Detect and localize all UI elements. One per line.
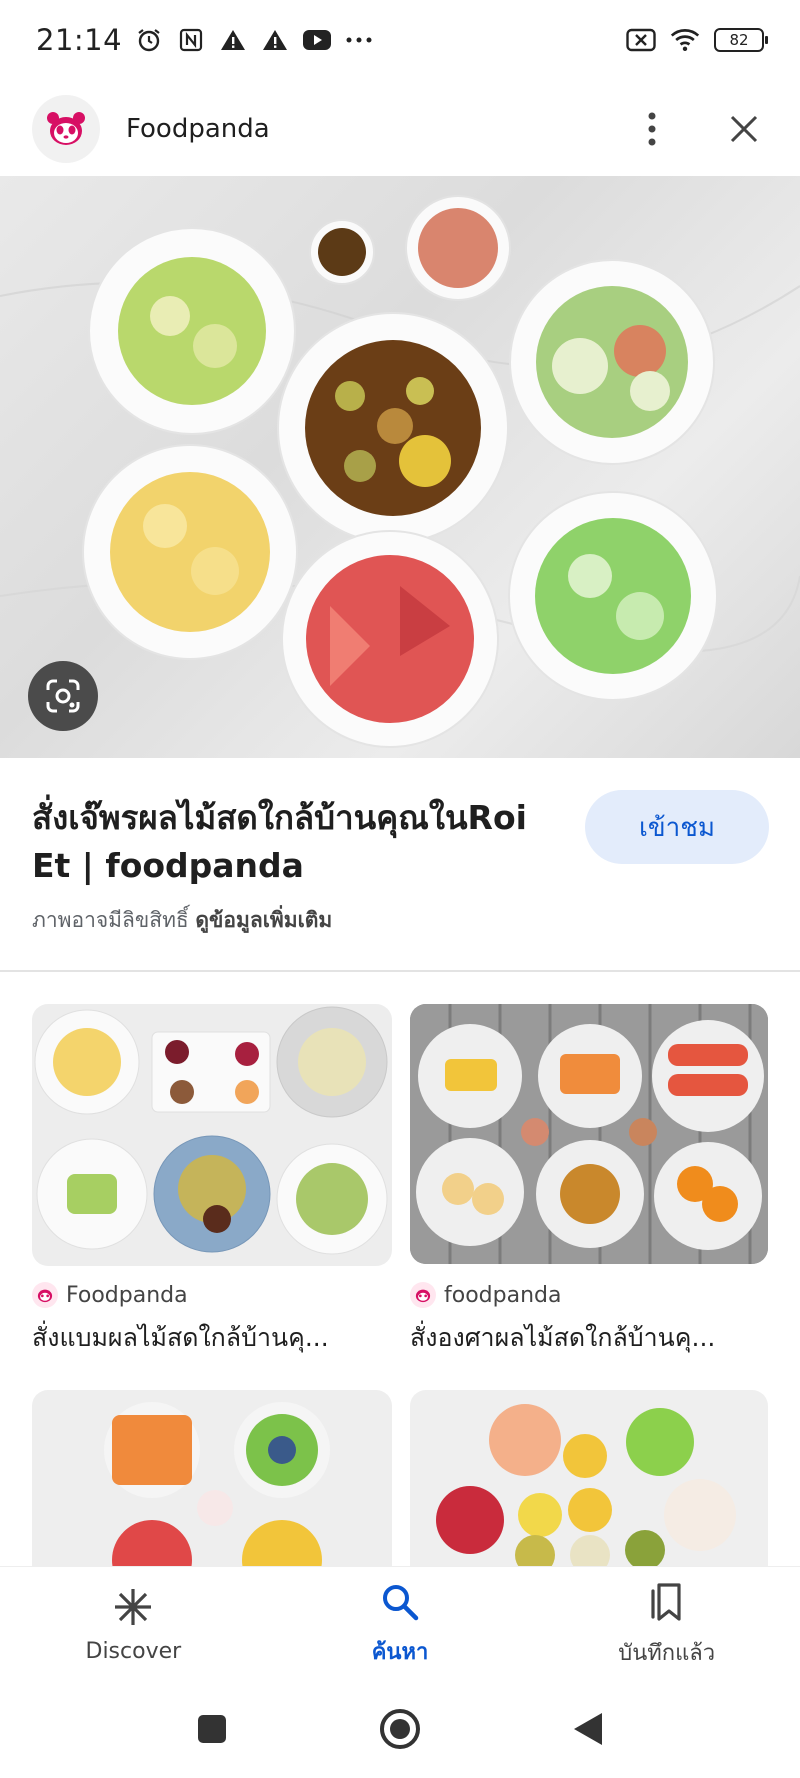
sim-off-icon: [626, 25, 656, 55]
back-icon[interactable]: [572, 1711, 604, 1751]
battery-icon: 82: [714, 28, 768, 52]
warning-icon: [218, 25, 248, 55]
wifi-icon: [670, 25, 700, 55]
related-result-card[interactable]: [410, 1390, 768, 1566]
recent-apps-icon[interactable]: [196, 1713, 228, 1749]
related-title[interactable]: สั่งแบมผลไม้สดใกล้บ้านคุ...: [32, 1318, 392, 1358]
related-result-card[interactable]: [32, 1390, 392, 1566]
viewer-header: Foodpanda: [0, 84, 800, 174]
status-time: 21:14: [36, 23, 123, 57]
google-lens-icon[interactable]: [28, 661, 98, 731]
result-title[interactable]: สั่งเจ๊พรผลไม้สดใกล้บ้านคุณในRoi Et | fo…: [32, 794, 572, 890]
fruit-platter-illustration: [0, 195, 800, 748]
nav-search-label: ค้นหา: [371, 1640, 429, 1665]
nav-discover[interactable]: Discover: [0, 1567, 267, 1684]
system-navigation-bar: [0, 1684, 800, 1778]
bottom-navigation: Discover ค้นหา บันทึกแล้ว: [0, 1566, 800, 1684]
site-name[interactable]: Foodpanda: [126, 114, 270, 144]
visit-button[interactable]: เข้าชม: [585, 790, 769, 864]
search-icon: [380, 1582, 420, 1628]
copyright-text: ภาพอาจมีลิขสิทธิ์: [32, 908, 189, 932]
battery-level: 82: [729, 31, 749, 49]
related-source-name: foodpanda: [444, 1282, 562, 1308]
youtube-icon: [302, 25, 332, 55]
related-title[interactable]: สั่งองศาผลไม้สดใกล้บ้านคุ...: [410, 1318, 768, 1358]
related-result-card[interactable]: Foodpanda สั่งแบมผลไม้สดใกล้บ้านคุ...: [32, 1004, 392, 1352]
nav-saved[interactable]: บันทึกแล้ว: [533, 1567, 800, 1684]
discover-asterisk-icon: [113, 1587, 153, 1633]
related-result-card[interactable]: foodpanda สั่งองศาผลไม้สดใกล้บ้านคุ...: [410, 1004, 768, 1352]
home-icon[interactable]: [378, 1707, 422, 1755]
more-info-link[interactable]: ดูข้อมูลเพิ่มเติม: [195, 908, 332, 932]
nav-discover-label: Discover: [85, 1639, 182, 1664]
foodpanda-logo-icon: [32, 1282, 58, 1308]
related-thumbnail[interactable]: [410, 1390, 768, 1566]
related-thumbnail[interactable]: [32, 1390, 392, 1566]
related-thumbnail[interactable]: [32, 1004, 392, 1266]
related-source: foodpanda: [410, 1282, 561, 1308]
close-icon[interactable]: [720, 105, 768, 153]
nfc-icon: [176, 25, 206, 55]
nav-search[interactable]: ค้นหา: [267, 1567, 534, 1684]
nav-saved-label: บันทึกแล้ว: [618, 1641, 716, 1666]
bookmark-icon: [647, 1581, 687, 1629]
hero-image[interactable]: [0, 176, 800, 758]
related-thumbnail[interactable]: [410, 1004, 768, 1264]
alarm-icon: [134, 25, 164, 55]
status-bar: 21:14 82: [0, 0, 800, 80]
foodpanda-logo-icon: [410, 1282, 436, 1308]
more-dots-icon: [344, 25, 374, 55]
result-info: สั่งเจ๊พรผลไม้สดใกล้บ้านคุณในRoi Et | fo…: [0, 758, 800, 970]
divider: [0, 970, 800, 972]
copyright-notice: ภาพอาจมีลิขสิทธิ์ ดูข้อมูลเพิ่มเติม: [32, 904, 332, 937]
related-source-name: Foodpanda: [66, 1282, 188, 1308]
more-vert-icon[interactable]: [628, 105, 676, 153]
related-source: Foodpanda: [32, 1282, 188, 1308]
warning-icon: [260, 25, 290, 55]
foodpanda-logo-icon[interactable]: [32, 95, 100, 163]
